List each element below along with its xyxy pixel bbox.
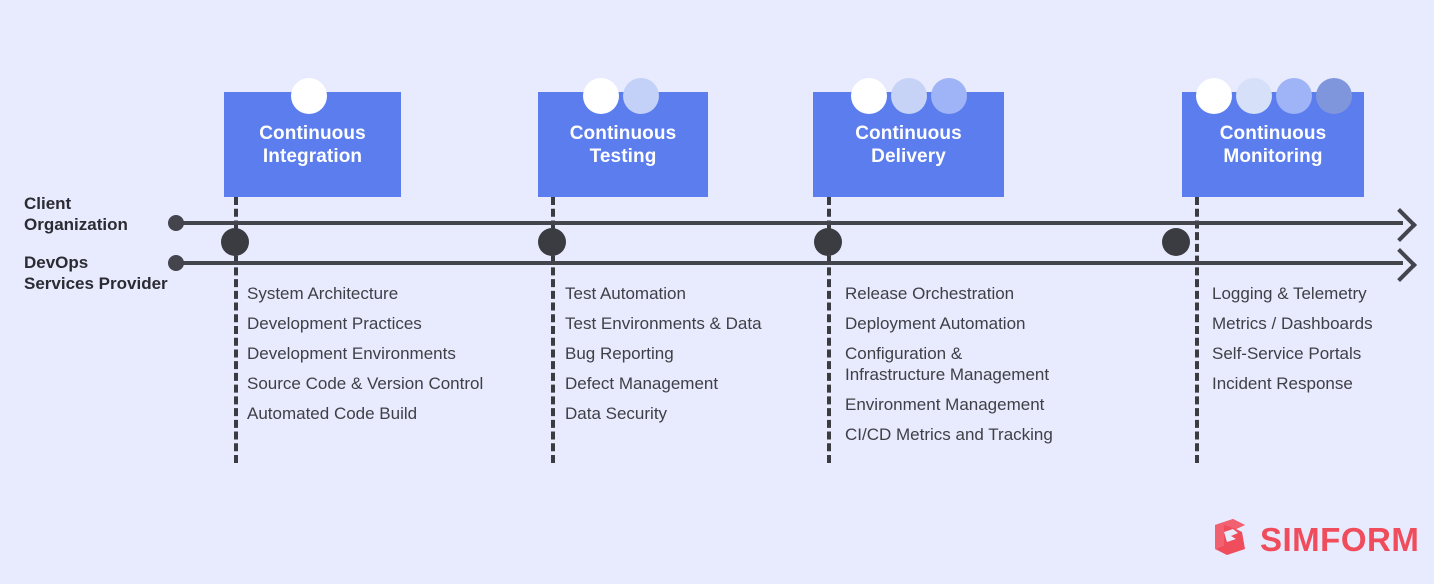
simform-wordmark: SIMFORM <box>1260 520 1420 558</box>
list-item: Development Environments <box>247 344 456 363</box>
milestone-marker-continuous-integration[interactable] <box>221 228 249 256</box>
progress-dot <box>1196 78 1232 114</box>
progress-dot <box>891 78 927 114</box>
item-list-continuous-monitoring: Logging & Telemetry Metrics / Dashboards… <box>1212 283 1373 403</box>
arrow-head-devops-services-provider <box>1383 248 1417 282</box>
milestone-marker-continuous-monitoring[interactable] <box>1162 228 1190 256</box>
progress-dot <box>1236 78 1272 114</box>
timeline-lane-client-organization <box>176 221 1403 225</box>
list-item: Metrics / Dashboards <box>1212 314 1373 333</box>
timeline-lane-devops-services-provider <box>176 261 1403 265</box>
diagram-canvas: Continuous Integration Continuous Testin… <box>0 0 1434 584</box>
milestone-marker-continuous-testing[interactable] <box>538 228 566 256</box>
phase-title: Continuous Testing <box>569 122 677 167</box>
progress-dots-continuous-monitoring <box>1196 78 1352 114</box>
list-item: Logging & Telemetry <box>1212 284 1367 303</box>
list-item: Incident Response <box>1212 374 1353 393</box>
list-item: Data Security <box>565 404 668 423</box>
list-item: Self-Service Portals <box>1212 344 1362 363</box>
progress-dot <box>1276 78 1312 114</box>
progress-dot <box>623 78 659 114</box>
phase-title: Continuous Integration <box>259 122 366 167</box>
progress-dots-continuous-testing <box>583 78 659 114</box>
list-item: CI/CD Metrics and Tracking <box>845 425 1053 444</box>
milestone-marker-continuous-delivery[interactable] <box>814 228 842 256</box>
item-list-continuous-integration: System Architecture Development Practice… <box>247 283 483 433</box>
list-item: Environment Management <box>845 395 1045 414</box>
item-list-continuous-delivery: Release Orchestration Deployment Automat… <box>845 283 1053 454</box>
progress-dot <box>931 78 967 114</box>
list-item: Release Orchestration <box>845 284 1015 303</box>
list-item: Source Code & Version Control <box>247 374 484 393</box>
simform-mark-icon <box>1209 516 1251 563</box>
list-item: Automated Code Build <box>247 404 418 423</box>
progress-dot <box>583 78 619 114</box>
progress-dot <box>1316 78 1352 114</box>
phase-guide-line-continuous-monitoring <box>1195 197 1199 463</box>
progress-dot <box>291 78 327 114</box>
list-item: Configuration & Infrastructure Managemen… <box>845 344 1050 384</box>
list-item: Development Practices <box>247 314 422 333</box>
lane-label-client-organization: Client Organization <box>24 194 128 234</box>
list-item: Bug Reporting <box>565 344 674 363</box>
progress-dots-continuous-integration <box>291 78 327 114</box>
list-item: Test Environments & Data <box>565 314 762 333</box>
progress-dots-continuous-delivery <box>851 78 967 114</box>
list-item: Deployment Automation <box>845 314 1026 333</box>
list-item: Defect Management <box>565 374 719 393</box>
arrow-head-client-organization <box>1383 208 1417 242</box>
item-list-continuous-testing: Test Automation Test Environments & Data… <box>565 283 762 433</box>
progress-dot <box>851 78 887 114</box>
brand-logo: SIMFORM <box>1209 516 1419 563</box>
list-item: Test Automation <box>565 284 686 303</box>
phase-title: Continuous Delivery <box>855 122 962 167</box>
lane-label-devops-services-provider: DevOps Services Provider <box>24 253 168 293</box>
list-item: System Architecture <box>247 284 399 303</box>
phase-title: Continuous Monitoring <box>1219 122 1327 167</box>
